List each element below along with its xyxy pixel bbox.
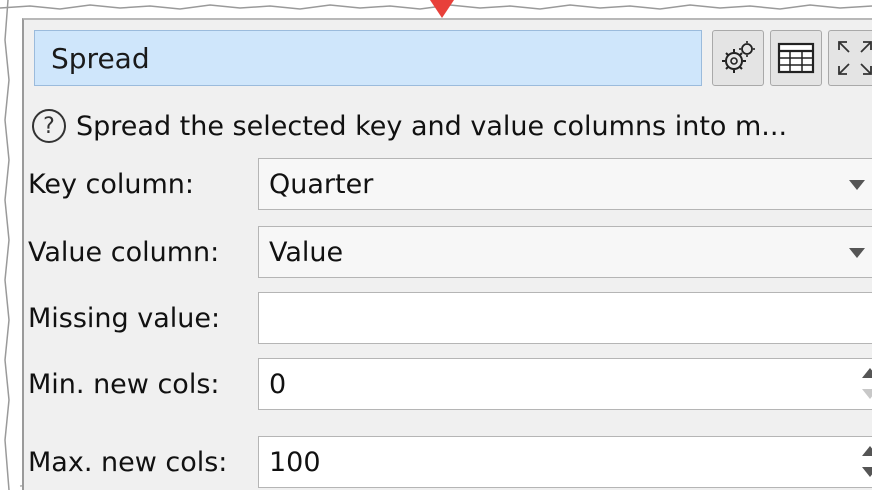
min-new-cols-label: Min. new cols:: [28, 368, 220, 400]
max-new-cols-label: Max. new cols:: [28, 446, 228, 478]
settings-button[interactable]: [712, 30, 764, 86]
table-view-button[interactable]: [770, 30, 822, 86]
chevron-down-icon: [849, 248, 865, 258]
screenshot-stage: Spread ? Spread the selected key and val…: [0, 0, 872, 490]
min-new-cols-value: 0: [269, 368, 287, 400]
value-column-dropdown[interactable]: Value: [258, 226, 872, 278]
value-column-value: Value: [269, 236, 344, 268]
panel-title[interactable]: Spread: [34, 30, 702, 86]
description-text: Spread the selected key and value column…: [76, 110, 788, 142]
key-column-value: Quarter: [269, 168, 374, 200]
min-new-cols-spin-buttons: [855, 359, 872, 409]
gears-icon: [722, 41, 755, 73]
table-icon: [777, 42, 815, 74]
key-column-row: Key column: Quarter: [24, 154, 872, 214]
chevron-down-icon: [849, 180, 865, 190]
callout-pointer: [430, 0, 454, 18]
key-column-label: Key column:: [28, 168, 195, 200]
spin-down-icon[interactable]: [862, 467, 872, 477]
missing-value-row: Missing value:: [24, 288, 872, 348]
min-new-cols-stepper[interactable]: 0: [258, 358, 872, 410]
help-icon[interactable]: ?: [32, 109, 66, 143]
value-column-row: Value column: Value: [24, 222, 872, 282]
spin-up-icon[interactable]: [862, 446, 872, 456]
key-column-dropdown[interactable]: Quarter: [258, 158, 872, 210]
maximize-button[interactable]: [828, 30, 872, 86]
max-new-cols-spin-buttons: [855, 437, 872, 487]
min-new-cols-row: Min. new cols: 0: [24, 354, 872, 414]
expand-icon: [837, 41, 872, 75]
panel-title-text: Spread: [51, 41, 150, 75]
spin-up-icon[interactable]: [862, 368, 872, 378]
max-new-cols-stepper[interactable]: 100: [258, 436, 872, 488]
missing-value-input[interactable]: [258, 292, 872, 344]
spin-down-icon[interactable]: [862, 389, 872, 399]
missing-value-label: Missing value:: [28, 302, 221, 334]
max-new-cols-row: Max. new cols: 100: [24, 432, 872, 490]
spread-panel: Spread ? Spread the selected key and val…: [22, 18, 872, 490]
max-new-cols-value: 100: [269, 446, 321, 478]
panel-description: ? Spread the selected key and value colu…: [32, 104, 872, 148]
value-column-label: Value column:: [28, 236, 220, 268]
